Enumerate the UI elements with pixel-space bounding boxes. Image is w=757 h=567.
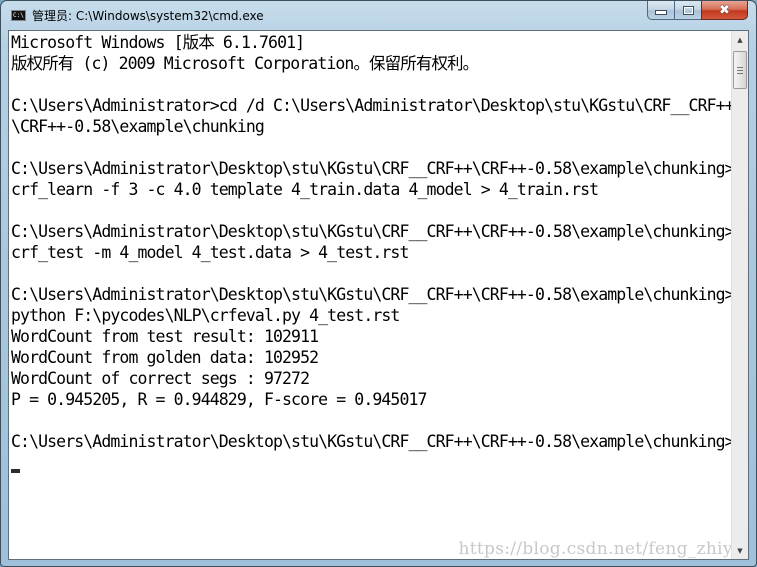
vertical-scrollbar[interactable]: ▲ ▼	[731, 31, 748, 559]
console-line: 版权所有 (c) 2009 Microsoft Corporation。保留所有…	[11, 54, 479, 73]
text-cursor	[11, 469, 20, 473]
scroll-up-icon: ▲	[737, 35, 743, 44]
console-line: C:\Users\Administrator\Desktop\stu\KGstu…	[11, 432, 732, 451]
console-line: C:\Users\Administrator\Desktop\stu\KGstu…	[11, 285, 732, 304]
console-client-area: Microsoft Windows [版本 6.1.7601] 版权所有 (c) …	[8, 30, 749, 560]
console-output[interactable]: Microsoft Windows [版本 6.1.7601] 版权所有 (c) …	[10, 31, 732, 559]
cmd-icon[interactable]: C:\	[11, 10, 26, 21]
console-line: C:\Users\Administrator\Desktop\stu\KGstu…	[11, 159, 732, 178]
minimize-icon	[655, 10, 667, 15]
maximize-icon	[682, 5, 694, 15]
console-line: P = 0.945205, R = 0.944829, F-score = 0.…	[11, 390, 427, 409]
console-line: C:\Users\Administrator\Desktop\stu\KGstu…	[11, 222, 732, 241]
console-line: C:\Users\Administrator>cd /d C:\Users\Ad…	[11, 96, 732, 115]
console-line: \CRF++-0.58\example\chunking	[11, 117, 265, 136]
scroll-down-icon: ▼	[737, 546, 743, 555]
caption-buttons: ✖	[647, 1, 748, 21]
close-button[interactable]: ✖	[701, 1, 748, 20]
console-line: crf_test -m 4_model 4_test.data > 4_test…	[11, 243, 409, 262]
console-line: WordCount from test result: 102911	[11, 327, 319, 346]
scroll-thumb[interactable]	[733, 51, 747, 89]
title-bar[interactable]: C:\ 管理员: C:\Windows\system32\cmd.exe ✖	[1, 1, 756, 28]
grip-icon	[737, 66, 743, 74]
console-line: crf_learn -f 3 -c 4.0 template 4_train.d…	[11, 180, 599, 199]
minimize-button[interactable]	[647, 1, 674, 20]
close-icon: ✖	[719, 2, 730, 18]
console-line: WordCount of correct segs : 97272	[11, 369, 310, 388]
console-line: Microsoft Windows [版本 6.1.7601]	[11, 33, 305, 52]
console-line: python F:\pycodes\NLP\crfeval.py 4_test.…	[11, 306, 400, 325]
console-line: WordCount from golden data: 102952	[11, 348, 319, 367]
watermark: https://blog.csdn.net/feng_zhiyu	[458, 539, 744, 559]
cmd-window: C:\ 管理员: C:\Windows\system32\cmd.exe ✖ M…	[0, 0, 757, 567]
maximize-button[interactable]	[674, 1, 701, 20]
scroll-down-button[interactable]: ▼	[732, 542, 748, 559]
window-title: 管理员: C:\Windows\system32\cmd.exe	[32, 9, 264, 23]
scroll-up-button[interactable]: ▲	[732, 31, 748, 48]
